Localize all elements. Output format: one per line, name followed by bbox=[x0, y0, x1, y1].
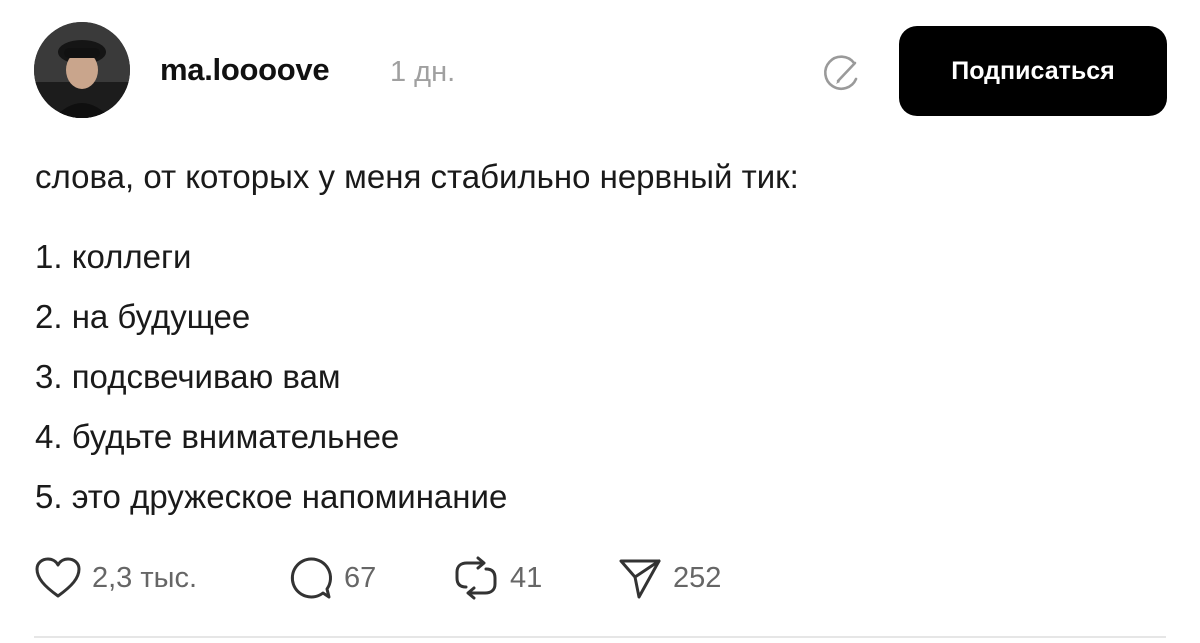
list-item: 1. коллеги bbox=[35, 238, 192, 275]
like-count: 2,3 тыс. bbox=[92, 561, 198, 594]
paper-plane-icon bbox=[619, 559, 661, 599]
repost-button[interactable]: 41 bbox=[452, 550, 542, 606]
repost-count: 41 bbox=[510, 561, 543, 594]
post-card: ma.loooove 1 дн. Подписаться слова, от к… bbox=[0, 0, 1200, 643]
share-count: 252 bbox=[673, 561, 722, 594]
list-item: 5. это дружеское напоминание bbox=[35, 478, 508, 515]
list-item: 3. подсвечиваю вам bbox=[35, 358, 341, 395]
username[interactable]: ma.loooove bbox=[160, 52, 330, 88]
share-button[interactable]: 252 bbox=[617, 550, 721, 606]
avatar-image bbox=[34, 22, 130, 118]
divider bbox=[34, 636, 1166, 638]
action-bar: 2,3 тыс. 67 41 252 bbox=[0, 550, 1200, 606]
avatar[interactable] bbox=[34, 22, 130, 118]
heart-icon bbox=[35, 557, 81, 598]
comment-button[interactable]: 67 bbox=[288, 550, 376, 606]
post-intro-text: слова, от которых у меня стабильно нервн… bbox=[35, 158, 799, 195]
like-button[interactable]: 2,3 тыс. bbox=[34, 550, 197, 606]
list-item: 2. на будущее bbox=[35, 298, 251, 335]
list-item: 4. будьте внимательнее bbox=[35, 418, 400, 455]
subscribe-button[interactable]: Подписаться bbox=[899, 26, 1167, 116]
repost-arrows-icon bbox=[455, 556, 497, 600]
comment-count: 67 bbox=[344, 561, 377, 594]
post-time: 1 дн. bbox=[390, 56, 456, 88]
pencil-circle-icon[interactable] bbox=[818, 52, 864, 98]
comment-bubble-icon bbox=[290, 557, 332, 599]
